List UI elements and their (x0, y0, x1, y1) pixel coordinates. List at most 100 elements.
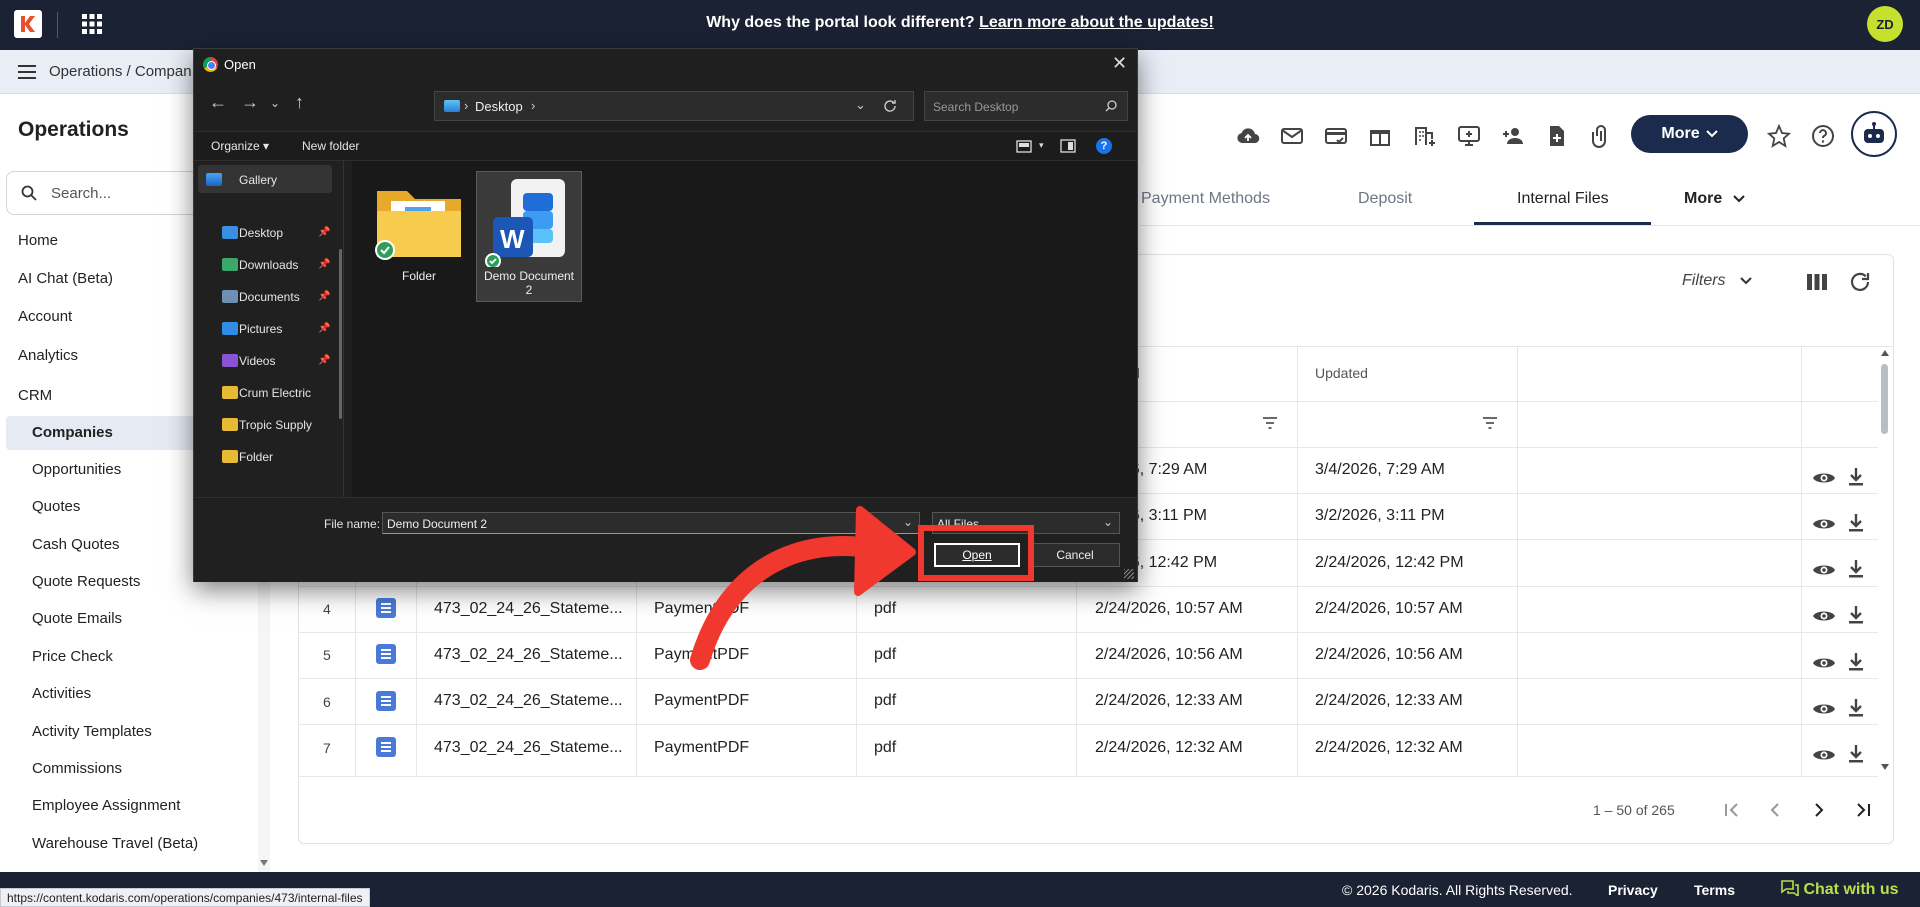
user-avatar[interactable]: ZD (1867, 6, 1903, 42)
sidebar-item-account[interactable]: Account (18, 308, 72, 325)
address-dropdown-icon[interactable]: ⌄ (855, 97, 866, 113)
nav-item-videos[interactable]: Videos (239, 354, 275, 368)
sidebar-item-cash-quotes[interactable]: Cash Quotes (32, 536, 120, 553)
nav-item-folder[interactable]: Folder (239, 450, 273, 464)
scroll-down-icon[interactable] (260, 860, 268, 866)
download-icon[interactable] (1847, 559, 1865, 579)
view-eye-icon[interactable] (1812, 655, 1836, 671)
download-icon[interactable] (1847, 744, 1865, 764)
download-icon[interactable] (1847, 698, 1865, 718)
cell-file-name[interactable]: 473_02_24_26_Stateme... (434, 692, 623, 710)
paperclip-icon[interactable] (1587, 122, 1615, 150)
sidebar-item-employee-assignment[interactable]: Employee Assignment (32, 797, 180, 814)
table-scrollbar[interactable] (1878, 346, 1892, 776)
nav-item-pictures[interactable]: Pictures (239, 322, 282, 336)
sidebar-item-crm[interactable]: CRM (18, 387, 52, 404)
back-arrow-icon[interactable]: ← (209, 92, 227, 113)
view-mode-icon[interactable] (1016, 140, 1032, 153)
view-options-chevron-icon[interactable]: ▾ (1039, 140, 1044, 151)
new-folder-button[interactable]: New folder (302, 139, 359, 153)
card-check-icon[interactable] (1322, 122, 1350, 150)
sidebar-item-warehouse-travel[interactable]: Warehouse Travel (Beta) (32, 835, 198, 852)
cancel-button[interactable]: Cancel (1030, 543, 1120, 567)
filters-button[interactable]: Filters (1682, 272, 1752, 290)
cell-file-name[interactable]: 473_02_24_26_Stateme... (434, 646, 623, 664)
first-page-icon[interactable] (1720, 798, 1744, 822)
close-icon[interactable]: ✕ (1112, 53, 1127, 74)
breadcrumb[interactable]: Operations / Compan (49, 63, 192, 80)
sidebar-item-quote-requests[interactable]: Quote Requests (32, 573, 140, 590)
tab-payment-methods[interactable]: Payment Methods (1141, 190, 1270, 208)
sidebar-item-quotes[interactable]: Quotes (32, 498, 80, 515)
building-add-icon[interactable] (1411, 122, 1439, 150)
dialog-search-input[interactable]: Search Desktop (924, 91, 1128, 121)
nav-item-crum-electric[interactable]: Crum Electric (239, 386, 311, 400)
gift-icon[interactable] (1366, 122, 1394, 150)
previous-page-icon[interactable] (1763, 798, 1787, 822)
file-add-icon[interactable] (1543, 122, 1571, 150)
sidebar-item-companies[interactable]: Companies (32, 424, 113, 441)
navigation-scrollbar[interactable] (339, 249, 342, 419)
chat-with-us-button[interactable]: Chat with us (1781, 880, 1899, 899)
view-eye-icon[interactable] (1812, 470, 1836, 486)
menu-icon[interactable] (18, 65, 36, 79)
mail-icon[interactable] (1278, 122, 1306, 150)
last-page-icon[interactable] (1851, 798, 1875, 822)
recent-locations-chevron-icon[interactable]: ⌄ (270, 96, 280, 110)
columns-icon[interactable] (1806, 271, 1828, 293)
address-location[interactable]: Desktop (475, 99, 523, 114)
cell-file-name[interactable]: 473_02_24_26_Stateme... (434, 600, 623, 618)
sidebar-item-quote-emails[interactable]: Quote Emails (32, 610, 122, 627)
view-eye-icon[interactable] (1812, 701, 1836, 717)
sidebar-item-price-check[interactable]: Price Check (32, 648, 113, 665)
nav-item-desktop[interactable]: Desktop (239, 226, 283, 240)
column-header-updated[interactable]: Updated (1315, 365, 1368, 381)
sidebar-item-analytics[interactable]: Analytics (18, 347, 78, 364)
address-bar[interactable]: › Desktop › ⌄ (434, 91, 914, 121)
sidebar-item-home[interactable]: Home (18, 232, 58, 249)
next-page-icon[interactable] (1807, 798, 1831, 822)
sidebar-item-commissions[interactable]: Commissions (32, 760, 122, 777)
preview-pane-icon[interactable] (1060, 139, 1076, 153)
resize-grip-icon[interactable] (1124, 569, 1134, 579)
file-type-dropdown-icon[interactable]: ⌄ (1103, 515, 1113, 529)
view-eye-icon[interactable] (1812, 608, 1836, 624)
nav-item-tropic-supply[interactable]: Tropic Supply (239, 418, 312, 432)
refresh-icon[interactable] (883, 99, 897, 113)
download-icon[interactable] (1847, 513, 1865, 533)
filter-icon[interactable] (1482, 416, 1498, 430)
file-name-input[interactable]: Demo Document 2 ⌄ (382, 512, 920, 534)
refresh-icon[interactable] (1848, 270, 1872, 294)
organize-button[interactable]: Organize ▾ (211, 139, 269, 153)
monitor-add-icon[interactable] (1455, 122, 1483, 150)
up-arrow-icon[interactable]: ↑ (295, 92, 304, 113)
scrollbar-thumb[interactable] (1881, 364, 1888, 434)
footer-terms-link[interactable]: Terms (1694, 882, 1735, 898)
cell-file-name[interactable]: 473_02_24_26_Stateme... (434, 739, 623, 757)
download-icon[interactable] (1847, 652, 1865, 672)
help-icon[interactable]: ? (1096, 138, 1112, 154)
footer-privacy-link[interactable]: Privacy (1608, 882, 1658, 898)
download-icon[interactable] (1847, 467, 1865, 487)
file-name-dropdown-icon[interactable]: ⌄ (903, 515, 913, 529)
sidebar-item-opportunities[interactable]: Opportunities (32, 461, 121, 478)
download-icon[interactable] (1847, 605, 1865, 625)
view-eye-icon[interactable] (1812, 562, 1836, 578)
help-icon[interactable] (1809, 122, 1837, 150)
tab-internal-files[interactable]: Internal Files (1517, 190, 1609, 208)
tab-deposit[interactable]: Deposit (1358, 190, 1412, 208)
assistant-bot-button[interactable] (1851, 111, 1897, 157)
star-icon[interactable] (1765, 122, 1793, 150)
scroll-down-icon[interactable] (1881, 764, 1889, 770)
banner-learn-more-link[interactable]: Learn more about the updates! (979, 14, 1214, 31)
nav-item-documents[interactable]: Documents (239, 290, 300, 304)
user-add-icon[interactable] (1499, 122, 1527, 150)
view-eye-icon[interactable] (1812, 516, 1836, 532)
cloud-upload-icon[interactable] (1234, 122, 1262, 150)
sidebar-item-activity-templates[interactable]: Activity Templates (32, 723, 152, 740)
view-eye-icon[interactable] (1812, 747, 1836, 763)
scroll-up-icon[interactable] (1881, 350, 1889, 356)
tab-more[interactable]: More (1684, 190, 1745, 208)
nav-item-downloads[interactable]: Downloads (239, 258, 298, 272)
sidebar-item-ai-chat[interactable]: AI Chat (Beta) (18, 270, 113, 287)
